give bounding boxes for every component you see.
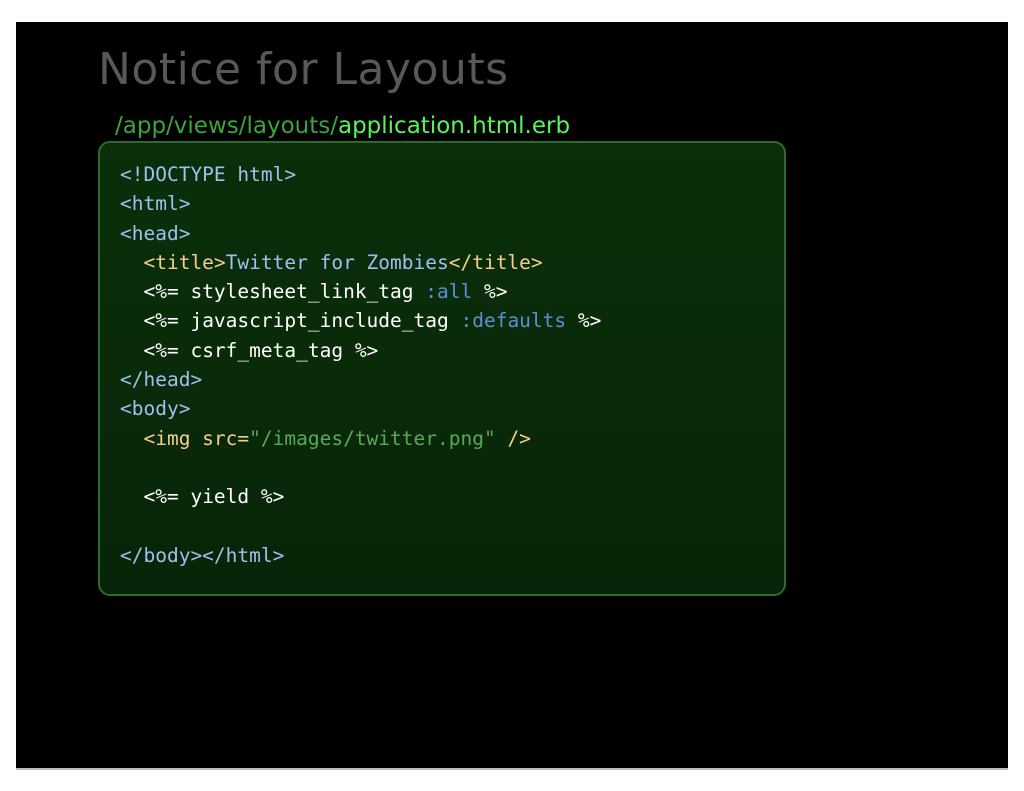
code-line: <%= javascript_include_tag :defaults %>	[120, 306, 601, 335]
body-html-close-tag: </body></html>	[120, 543, 285, 567]
code-line: <title>Twitter for Zombies</title>	[120, 248, 601, 277]
stylesheet-symbol: :all	[425, 280, 473, 304]
javascript-symbol: :defaults	[460, 309, 567, 333]
erb-open: <%=	[143, 338, 191, 362]
code-listing: <!DOCTYPE html> <html> <head> <title>Twitt…	[120, 160, 601, 570]
file-path: /app/views/layouts/application.html.erb	[115, 113, 570, 139]
img-src-string: "/images/twitter.png"	[249, 426, 496, 450]
erb-close: %>	[472, 280, 508, 304]
code-line: </head>	[120, 365, 601, 394]
html-open-tag: <html>	[120, 192, 191, 216]
file-path-directory: /app/views/layouts/	[115, 113, 338, 139]
title-text: Twitter for Zombies	[225, 250, 449, 274]
erb-open: <%=	[143, 485, 191, 509]
slide-title: Notice for Layouts	[98, 44, 509, 95]
code-line: <%= yield %>	[120, 482, 601, 511]
body-open-tag: <body>	[120, 397, 191, 421]
slide-bottom-rule	[16, 768, 1008, 770]
code-line: <img src="/images/twitter.png" />	[120, 424, 601, 453]
code-line: <%= stylesheet_link_tag :all %>	[120, 277, 601, 306]
erb-close: %>	[249, 485, 285, 509]
img-tag-end: />	[495, 426, 531, 450]
head-close-tag: </head>	[120, 368, 203, 392]
code-line: <!DOCTYPE html>	[120, 160, 601, 189]
code-line: <html>	[120, 189, 601, 218]
code-line: <body>	[120, 394, 601, 423]
code-line: <%= csrf_meta_tag %>	[120, 336, 601, 365]
doctype-token: <!DOCTYPE html>	[120, 163, 297, 186]
erb-open: <%=	[143, 280, 191, 304]
stylesheet-helper: stylesheet_link_tag	[190, 280, 414, 304]
yield-keyword: yield	[190, 485, 250, 509]
javascript-helper: javascript_include_tag	[190, 309, 449, 333]
file-path-filename: application.html.erb	[337, 113, 571, 139]
erb-close: %>	[566, 309, 602, 333]
erb-open: <%=	[143, 309, 191, 333]
code-line: <head>	[120, 219, 601, 248]
title-open-tag: <title>	[143, 250, 226, 274]
csrf-helper: csrf_meta_tag	[190, 338, 344, 362]
code-line: </body></html>	[120, 541, 601, 570]
erb-close: %>	[343, 338, 379, 362]
img-tag-start: <img src=	[143, 426, 250, 450]
title-close-tag: </title>	[448, 250, 543, 274]
head-open-tag: <head>	[120, 221, 191, 245]
